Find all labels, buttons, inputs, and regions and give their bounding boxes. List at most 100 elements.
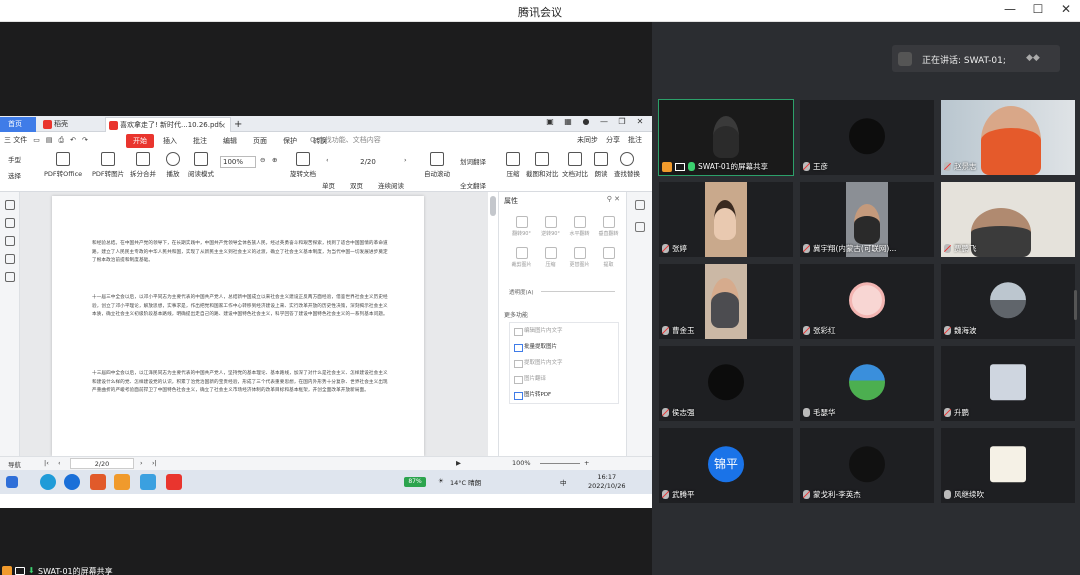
tab-docer[interactable]: 稻壳	[40, 117, 102, 132]
play-icon[interactable]: ▶	[456, 459, 461, 467]
single-page-button[interactable]: 单页	[322, 180, 335, 190]
participants-scrollbar[interactable]	[1074, 290, 1077, 320]
rotate-button[interactable]: 旋转文档	[290, 152, 316, 178]
grid-icon[interactable]: ▦	[562, 117, 574, 126]
screenshot-button[interactable]: 截图和对比	[526, 152, 559, 178]
pdf-to-office-button[interactable]: PDF转Office	[44, 152, 82, 178]
participant-tile[interactable]: 升鹏	[941, 346, 1075, 421]
restore-icon[interactable]: ❐	[616, 117, 628, 126]
user-icon[interactable]: ●	[580, 117, 592, 126]
undo-icon[interactable]: ↶	[70, 136, 76, 144]
ime-indicator[interactable]: 中	[560, 477, 567, 487]
image-tool-5[interactable]: 压缩	[536, 247, 565, 268]
participant-tile[interactable]: 张彩红	[800, 264, 934, 339]
image-tool-4[interactable]: 裁剪图片	[507, 247, 536, 268]
play-button[interactable]: 播放	[166, 152, 180, 178]
close-panel-icon[interactable]: ✕	[614, 195, 620, 203]
zoom-in-icon[interactable]: +	[584, 459, 589, 467]
compress-button[interactable]: 压缩	[506, 152, 520, 178]
image-tool-1[interactable]: 逆转90°	[536, 216, 565, 237]
select-tool[interactable]: 选择	[8, 170, 21, 180]
double-page-button[interactable]: 双页	[350, 180, 363, 190]
next-page-icon[interactable]: ›	[140, 459, 143, 467]
settings-icon[interactable]	[635, 222, 645, 232]
minimize-icon[interactable]: —	[1002, 2, 1018, 16]
prev-page-icon[interactable]: ‹	[58, 459, 61, 467]
prev-page-icon[interactable]: ‹	[326, 156, 329, 164]
wps-icon[interactable]	[166, 474, 182, 490]
office-icon[interactable]	[90, 474, 106, 490]
participant-tile[interactable]: 张婷	[659, 182, 793, 257]
tab-home[interactable]: 首页	[0, 117, 36, 132]
menu-right-1[interactable]: 分享	[606, 135, 620, 145]
weather-text[interactable]: 14°C 晴朗	[450, 477, 481, 487]
participant-tile[interactable]: 锦平 武腾平	[659, 428, 793, 503]
tab-3[interactable]: 编辑	[216, 134, 244, 148]
search-box[interactable]: Q 查找功能、文档内容	[310, 135, 381, 145]
pdf-to-image-button[interactable]: PDF转图片	[92, 152, 124, 178]
image-tool-2[interactable]: 水平翻转	[565, 216, 594, 237]
participant-tile[interactable]: 魏海波	[941, 264, 1075, 339]
participant-tile[interactable]: 曹金玉	[659, 264, 793, 339]
zoom-input[interactable]: 100%	[220, 156, 256, 168]
comment-icon[interactable]	[5, 236, 15, 246]
browser-icon[interactable]	[64, 474, 80, 490]
folder-icon[interactable]	[114, 474, 130, 490]
status-page-input[interactable]: 2/20	[70, 458, 134, 469]
read-aloud-button[interactable]: 朗读	[594, 152, 608, 178]
thumbnail-icon[interactable]	[5, 218, 15, 228]
tab-1[interactable]: 插入	[156, 134, 184, 148]
file-menu[interactable]: 三 文件	[4, 135, 27, 145]
image-tool-3[interactable]: 垂直翻转	[594, 216, 623, 237]
more-function-item[interactable]: 图片翻译	[510, 371, 618, 387]
close-icon[interactable]: ✕	[634, 117, 646, 126]
read-mode-button[interactable]: 阅读模式	[188, 152, 214, 178]
participant-tile[interactable]: 风继续吹	[941, 428, 1075, 503]
print-icon[interactable]: ⎙	[58, 136, 64, 145]
translate-full-button[interactable]: 全文翻译	[460, 180, 486, 190]
translate-region-button[interactable]: 划词翻译	[460, 156, 486, 166]
new-tab-button[interactable]: +	[232, 117, 246, 132]
participant-tile[interactable]: 赵景志	[941, 100, 1075, 175]
participant-tile[interactable]: 冀宇翔(内蒙古(可联网)...	[800, 182, 934, 257]
compare-button[interactable]: 文档对比	[562, 152, 588, 178]
document-scrollbar[interactable]	[490, 196, 496, 216]
more-function-item[interactable]: 提取图片内文字	[510, 355, 618, 371]
tab-0[interactable]: 开始	[126, 134, 154, 148]
menu-right-2[interactable]: 批注	[628, 135, 642, 145]
continuous-read-button[interactable]: 连续阅读	[378, 180, 404, 190]
navigation-button[interactable]: 导航	[8, 459, 21, 469]
next-page-icon[interactable]: ›	[404, 156, 407, 164]
properties-icon[interactable]	[635, 200, 645, 210]
image-tool-0[interactable]: 翻转90°	[507, 216, 536, 237]
bookmark-icon[interactable]	[5, 200, 15, 210]
image-tool-7[interactable]: 提取	[594, 247, 623, 268]
edge-icon[interactable]	[40, 474, 56, 490]
zoom-out-icon[interactable]: ⊖	[260, 156, 265, 164]
participant-tile[interactable]: SWAT-01的屏幕共享	[658, 99, 794, 176]
clock[interactable]: 16:17 2022/10/26	[588, 473, 625, 491]
tab-2[interactable]: 批注	[186, 134, 214, 148]
more-function-item[interactable]: 批量提取图片	[510, 339, 618, 355]
tab-pdf-document[interactable]: 喜欢拿走了! 新时代...10.26.pdf ×	[105, 117, 231, 132]
participant-tile[interactable]: 毛瑟华	[800, 346, 934, 421]
participant-tile[interactable]: 贾鹏飞	[941, 182, 1075, 257]
zoom-slider[interactable]	[540, 463, 580, 464]
zoom-in-icon[interactable]: ⊕	[272, 156, 277, 164]
redo-icon[interactable]: ↷	[82, 136, 88, 144]
participant-tile[interactable]: 蒙戈利-李英杰	[800, 428, 934, 503]
image-tool-6[interactable]: 更替图片	[565, 247, 594, 268]
pdf-page[interactable]: 和经验总结。在中国共产党的领导下，在长期实践中，中国共产党领导全体各族人民，经过…	[52, 196, 424, 456]
tab-5[interactable]: 保护	[276, 134, 304, 148]
document-area[interactable]: 和经验总结。在中国共产党的领导下，在长期实践中，中国共产党领导全体各族人民，经过…	[20, 192, 488, 456]
participant-tile[interactable]: 侯志强	[659, 346, 793, 421]
minimize-icon[interactable]: —	[598, 117, 610, 126]
page-input[interactable]: 2/20	[336, 156, 400, 168]
find-replace-button[interactable]: 查找替换	[614, 152, 640, 178]
save-icon[interactable]: ▤	[46, 136, 53, 144]
layout-icon[interactable]: ▣	[544, 117, 556, 126]
participant-tile[interactable]: 王彦	[800, 100, 934, 175]
attachment-icon[interactable]	[5, 254, 15, 264]
maximize-icon[interactable]: ☐	[1030, 2, 1046, 16]
opacity-slider[interactable]	[541, 291, 615, 292]
